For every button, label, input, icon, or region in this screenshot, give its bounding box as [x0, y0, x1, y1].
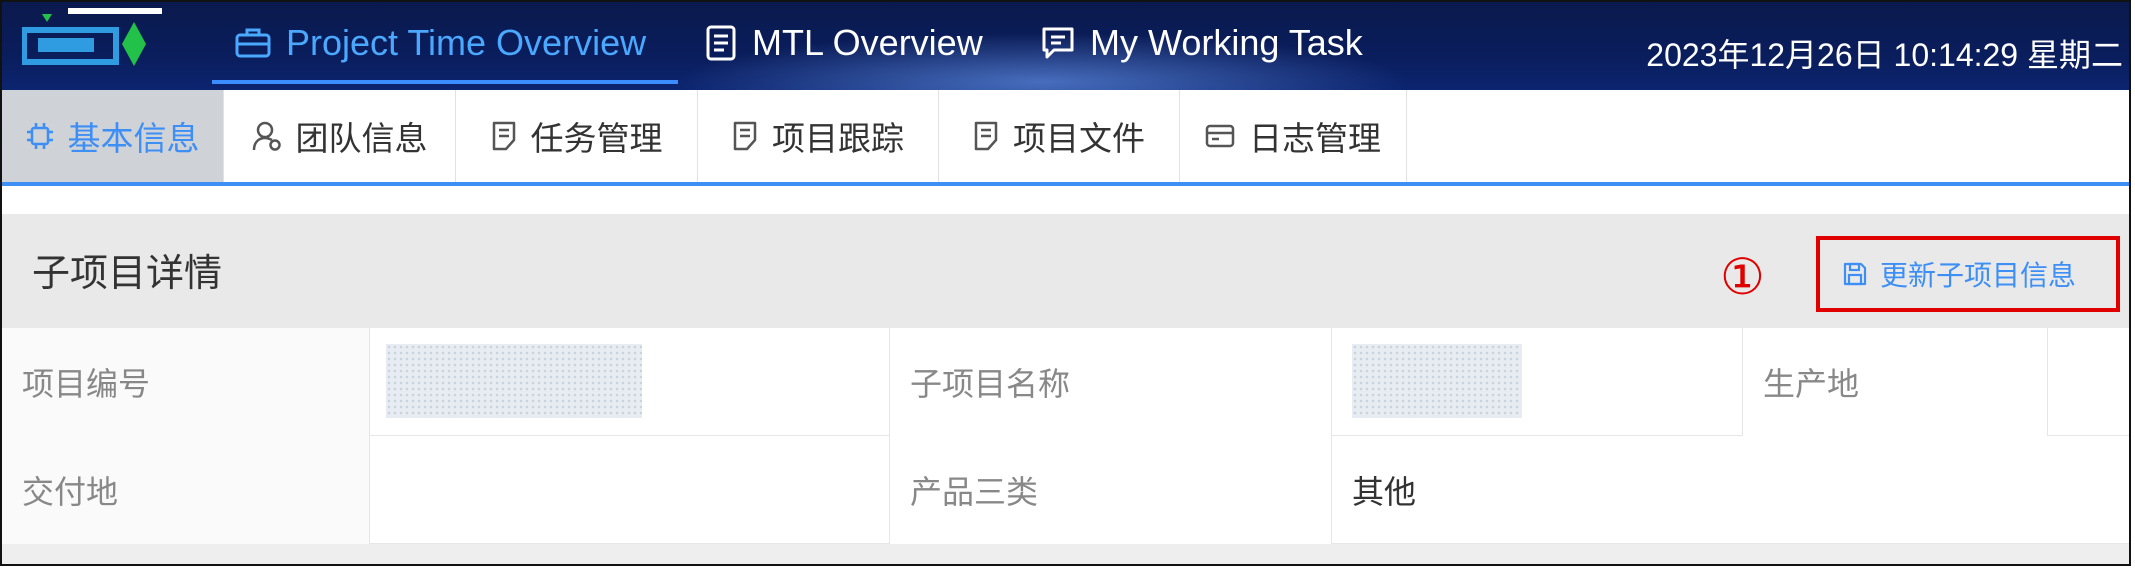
- current-datetime: 2023年12月26日 10:14:29 星期二: [1646, 37, 2123, 73]
- tab-label: 项目文件: [1013, 120, 1145, 157]
- nav-project-time-overview[interactable]: Project Time Overview: [234, 2, 646, 84]
- tab-label: 任务管理: [530, 120, 663, 157]
- detail-tab-bar: 基本信息 团队信息 任务管理 项目跟踪 项目文件 日志管理: [2, 90, 2129, 186]
- bottom-divider: [2, 544, 2129, 564]
- tab-basic-info[interactable]: 基本信息: [2, 90, 224, 182]
- file-icon: [492, 121, 515, 151]
- tab-label: 团队信息: [295, 120, 428, 157]
- tab-project-files[interactable]: 项目文件: [939, 90, 1180, 182]
- nav-mtl-overview[interactable]: MTL Overview: [704, 2, 983, 84]
- table-row: 项目编号 子项目名称 生产地: [2, 328, 2129, 436]
- update-subproject-button[interactable]: 更新子项目信息: [1816, 236, 2120, 312]
- product-category-label: 产品三类: [890, 436, 1332, 544]
- update-button-label: 更新子项目信息: [1880, 260, 2077, 291]
- production-site-label: 生产地: [1743, 328, 2048, 436]
- product-category-value: 其他: [1352, 474, 1417, 510]
- tab-label: 基本信息: [67, 120, 200, 157]
- document-icon: [706, 25, 736, 61]
- app-window: Project Time Overview MTL Overview My Wo…: [0, 0, 2131, 566]
- chat-icon: [1042, 27, 1074, 59]
- nav-my-working-task[interactable]: My Working Task: [1040, 2, 1363, 84]
- tab-label: 项目跟踪: [772, 120, 904, 157]
- section-title: 子项目详情: [32, 253, 223, 295]
- nav-label: My Working Task: [1090, 22, 1363, 63]
- delivery-site-value: [370, 436, 890, 544]
- redacted-value: [1352, 344, 1522, 418]
- briefcase-icon: [235, 28, 271, 58]
- nav-label: MTL Overview: [752, 22, 983, 63]
- subproject-detail-header: 子项目详情 ① 更新子项目信息: [2, 214, 2129, 328]
- tab-team-info[interactable]: 团队信息: [224, 90, 456, 182]
- redacted-value: [386, 344, 642, 418]
- chip-icon: [26, 123, 53, 149]
- file-icon: [974, 121, 998, 151]
- project-number-value: [370, 328, 890, 436]
- production-site-value: [2048, 328, 2129, 436]
- subproject-name-value: [1332, 328, 1743, 436]
- project-number-label: 项目编号: [2, 328, 370, 436]
- tab-label: 日志管理: [1249, 120, 1381, 157]
- card-icon: [1205, 124, 1235, 148]
- subproject-name-label: 子项目名称: [890, 328, 1332, 436]
- file-icon: [733, 121, 757, 151]
- nav-label: Project Time Overview: [286, 22, 647, 63]
- user-icon: [252, 121, 281, 151]
- company-logo: [21, 8, 178, 80]
- table-row: 交付地 产品三类 其他: [2, 436, 2129, 544]
- step-marker: ①: [1720, 248, 1765, 306]
- save-icon: [1843, 262, 1867, 286]
- top-navigation-bar: Project Time Overview MTL Overview My Wo…: [2, 2, 2129, 90]
- delivery-site-label: 交付地: [2, 436, 370, 544]
- tab-task-management[interactable]: 任务管理: [456, 90, 698, 182]
- tab-project-tracking[interactable]: 项目跟踪: [698, 90, 939, 182]
- active-nav-underline: [212, 80, 678, 84]
- tab-log-management[interactable]: 日志管理: [1180, 90, 1407, 182]
